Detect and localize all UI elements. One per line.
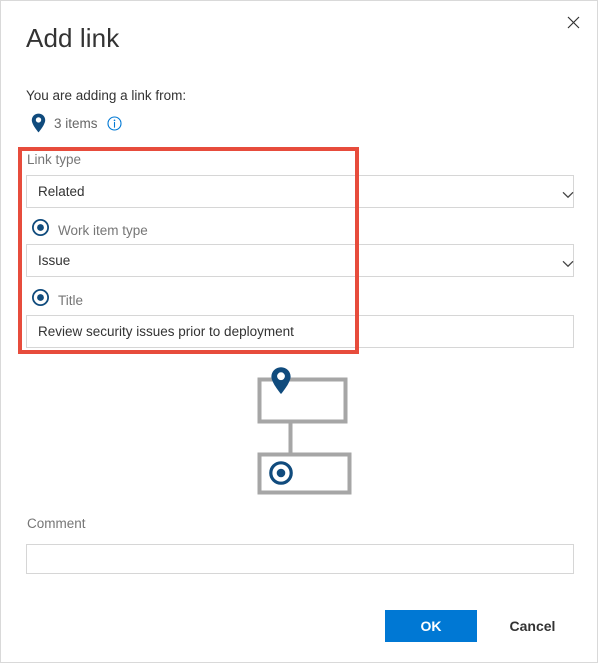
link-type-select[interactable] <box>26 175 574 208</box>
radio-work-item-type[interactable]: Work item type <box>32 219 148 241</box>
link-hierarchy-diagram <box>251 366 361 498</box>
target-bullseye-icon <box>32 219 49 241</box>
cancel-button[interactable]: Cancel <box>491 610 574 642</box>
radio-title[interactable]: Title <box>32 289 84 311</box>
close-button[interactable] <box>557 6 589 38</box>
target-bullseye-icon <box>32 289 49 311</box>
comment-input[interactable] <box>26 544 574 574</box>
dialog-title: Add link <box>26 23 120 53</box>
close-icon <box>567 16 580 29</box>
items-count-label: 3 items <box>54 115 98 131</box>
title-option-label: Title <box>58 292 84 308</box>
ok-button[interactable]: OK <box>385 610 477 642</box>
comment-label: Comment <box>27 516 86 531</box>
work-item-type-select-wrap <box>1 244 597 277</box>
title-input[interactable] <box>26 315 574 348</box>
work-item-type-select[interactable] <box>26 244 574 277</box>
add-link-dialog: Add link You are adding a link from: 3 i… <box>0 0 598 663</box>
info-circle-icon[interactable] <box>106 115 122 131</box>
work-item-type-label: Work item type <box>58 222 148 238</box>
map-pin-icon <box>26 113 50 133</box>
link-type-label: Link type <box>27 152 82 167</box>
link-type-select-wrap <box>1 175 597 208</box>
source-items-row: 3 items <box>26 112 122 134</box>
intro-text: You are adding a link from: <box>26 88 187 103</box>
